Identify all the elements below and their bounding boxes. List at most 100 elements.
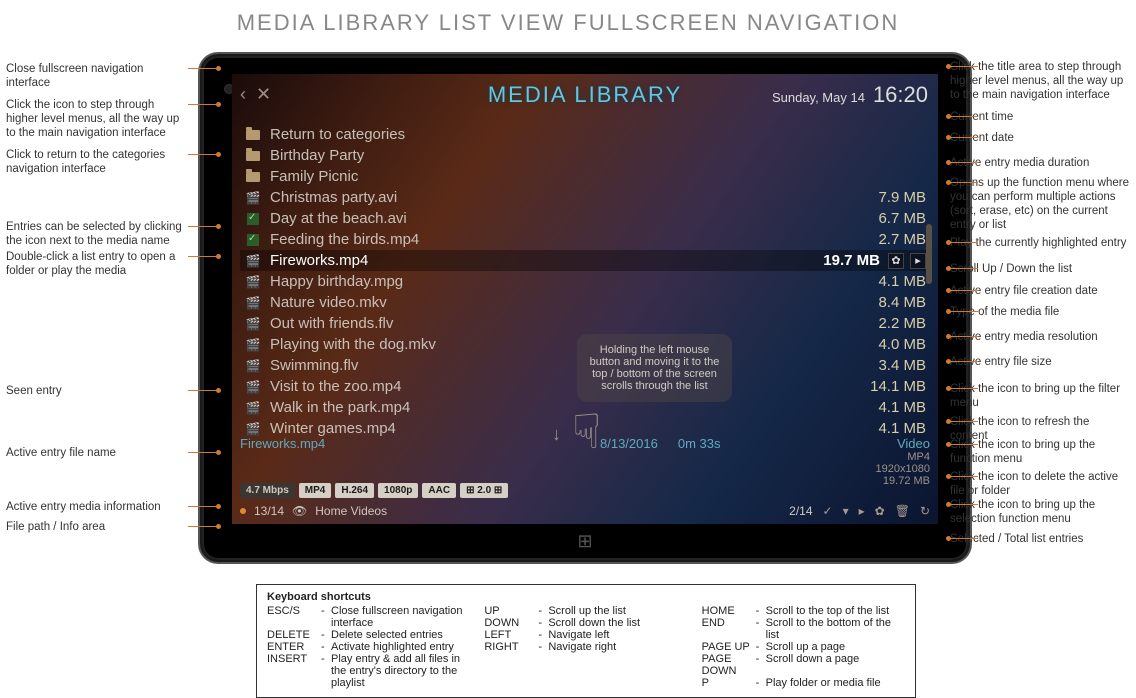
selection-menu-icon[interactable]: ✓ [823, 504, 833, 518]
item-name: Visit to the zoo.mp4 [270, 378, 836, 395]
scroll-hint-tooltip: Holding the left mouse button and moving… [577, 334, 732, 402]
seen-icon: 👁 [292, 504, 307, 518]
item-size: 8.4 MB [836, 294, 926, 311]
screen: ‹ ✕ MEDIA LIBRARY Sunday, May 14 16:20 R… [232, 74, 938, 524]
list-item[interactable]: 🎬 Nature video.mkv8.4 MB [240, 292, 930, 313]
kb-row: DOWN-Scroll down the list [484, 617, 687, 629]
clapper-icon[interactable]: 🎬 [244, 401, 262, 415]
list-item[interactable]: 🎬Christmas party.avi7.9 MB [240, 187, 930, 208]
item-size: 19.7 MB [790, 252, 880, 269]
clapper-icon[interactable]: 🎬 [244, 380, 262, 394]
folder-icon[interactable] [244, 128, 262, 142]
active-duration: 0m 33s [678, 436, 721, 451]
kb-row: P-Play folder or media file [702, 677, 905, 689]
item-size: 4.1 MB [836, 273, 926, 290]
item-name: Nature video.mkv [270, 294, 836, 311]
list-item[interactable]: Feeding the birds.mp42.7 MB [240, 229, 930, 250]
callout-label: Click the icon to delete the active file… [950, 470, 1130, 498]
callout-label: Active entry file size [950, 355, 1130, 369]
media-info-pills: 4.7 MbpsMP4H.2641080pAAC⊞ 2.0 ⊞ [240, 483, 508, 498]
media-pill: AAC [422, 483, 456, 498]
list-item[interactable]: Family Picnic [240, 166, 930, 187]
callout-label: Entries can be selected by clicking the … [6, 220, 186, 248]
item-size: 6.7 MB [836, 210, 926, 227]
callout-label: Opens up the function menu where you can… [950, 176, 1130, 232]
item-name: Day at the beach.avi [270, 210, 836, 227]
list-item[interactable]: 🎬Out with friends.flv2.2 MB [240, 313, 930, 334]
callout-label: Scroll Up / Down the list [950, 262, 1130, 276]
list-item[interactable]: Day at the beach.avi6.7 MB [240, 208, 930, 229]
item-name: Happy birthday.mpg [270, 273, 836, 290]
status-bar: 13/14 👁 Home Videos 2/14 ✓ ▾ ▸ ✿ 🗑 ↻ [240, 502, 930, 520]
media-pill: 4.7 Mbps [240, 483, 295, 498]
callout-label: Current date [950, 131, 1130, 145]
callout-label: Click the icon to bring up the filter me… [950, 382, 1130, 410]
keyboard-shortcuts-box: Keyboard shortcuts ESC/S-Close fullscree… [256, 584, 916, 698]
item-name: Walk in the park.mp4 [270, 399, 836, 416]
item-name: Fireworks.mp4 [270, 252, 790, 269]
filter-icon[interactable]: ▾ [843, 504, 849, 518]
kb-row: HOME-Scroll to the top of the list [702, 605, 905, 617]
scrollbar[interactable] [926, 224, 932, 284]
folder-icon[interactable] [244, 170, 262, 184]
callout-label: Click the icon to step through higher le… [6, 98, 186, 140]
folder-icon[interactable] [244, 149, 262, 163]
refresh-icon[interactable]: ↻ [920, 504, 930, 518]
visible-counter: 13/14 [254, 504, 284, 518]
active-creation-date: 8/13/2016 [600, 436, 658, 451]
clapper-icon[interactable]: 🎬 [244, 359, 262, 373]
row-gear-icon[interactable]: ✿ [888, 253, 904, 269]
selection-counter: 2/14 [789, 504, 812, 518]
page-title: MEDIA LIBRARY LIST VIEW FULLSCREEN NAVIG… [0, 0, 1136, 60]
kb-title: Keyboard shortcuts [267, 591, 905, 603]
detail-panel: Fireworks.mp4 8/13/2016 0m 33s Video MP4… [240, 436, 930, 476]
checkbox-checked-icon[interactable] [244, 233, 262, 247]
callout-label: Click the icon to bring up the selection… [950, 498, 1130, 526]
delete-icon[interactable]: 🗑 [895, 504, 910, 518]
kb-row: END-Scroll to the bottom of the list [702, 617, 905, 641]
item-name: Feeding the birds.mp4 [270, 231, 836, 248]
clapper-icon[interactable]: 🎬 [244, 338, 262, 352]
active-media-type: Video [876, 436, 930, 451]
play-icon[interactable]: ▸ [859, 504, 865, 518]
callout-label: Type of the media file [950, 305, 1130, 319]
item-name: Swimming.flv [270, 357, 836, 374]
list-item[interactable]: Birthday Party [240, 145, 930, 166]
function-gear-icon[interactable]: ✿ [875, 504, 885, 518]
row-play-icon[interactable]: ▸ [910, 253, 926, 269]
kb-row: ENTER-Activate highlighted entry [267, 641, 470, 653]
item-size: 2.2 MB [836, 315, 926, 332]
status-dot-icon [240, 508, 246, 514]
callout-label: Selected / Total list entries [950, 532, 1130, 546]
list-item[interactable]: 🎬 Happy birthday.mpg4.1 MB [240, 271, 930, 292]
current-date: Sunday, May 14 [772, 90, 865, 105]
media-pill: MP4 [299, 483, 332, 498]
clapper-icon[interactable]: 🎬 [244, 317, 262, 331]
list-item[interactable]: Return to categories [240, 124, 930, 145]
clapper-icon[interactable]: 🎬 [244, 254, 262, 268]
active-resolution: 1920x1080 [876, 463, 930, 475]
kb-row: RIGHT-Navigate right [484, 641, 687, 653]
clapper-icon[interactable]: 🎬 [244, 275, 262, 289]
header: ‹ ✕ MEDIA LIBRARY Sunday, May 14 16:20 [232, 74, 938, 124]
active-filesize: 19.72 MB [876, 475, 930, 487]
active-format: MP4 [876, 451, 930, 463]
clapper-icon[interactable]: 🎬 [244, 296, 262, 310]
kb-row: ESC/S-Close fullscreen navigation interf… [267, 605, 470, 629]
kb-row: INSERT-Play entry & add all files in the… [267, 653, 470, 689]
media-pill: 1080p [378, 483, 418, 498]
active-filename: Fireworks.mp4 [240, 436, 325, 451]
current-time: 16:20 [873, 82, 928, 108]
checkbox-checked-icon[interactable] [244, 212, 262, 226]
item-name: Family Picnic [270, 168, 836, 185]
callout-label: Click to return to the categories naviga… [6, 148, 186, 176]
kb-row: UP-Scroll up the list [484, 605, 687, 617]
media-pill: ⊞ 2.0 ⊞ [460, 483, 508, 498]
item-size: 2.7 MB [836, 231, 926, 248]
clapper-icon[interactable]: 🎬 [244, 422, 262, 436]
kb-row: PAGE UP-Scroll up a page [702, 641, 905, 653]
kb-row: LEFT-Navigate left [484, 629, 687, 641]
callout-label: Active entry media information [6, 500, 186, 514]
clapper-icon[interactable]: 🎬 [244, 191, 262, 205]
list-item[interactable]: 🎬 Fireworks.mp419.7 MB ✿ ▸ [240, 250, 930, 271]
